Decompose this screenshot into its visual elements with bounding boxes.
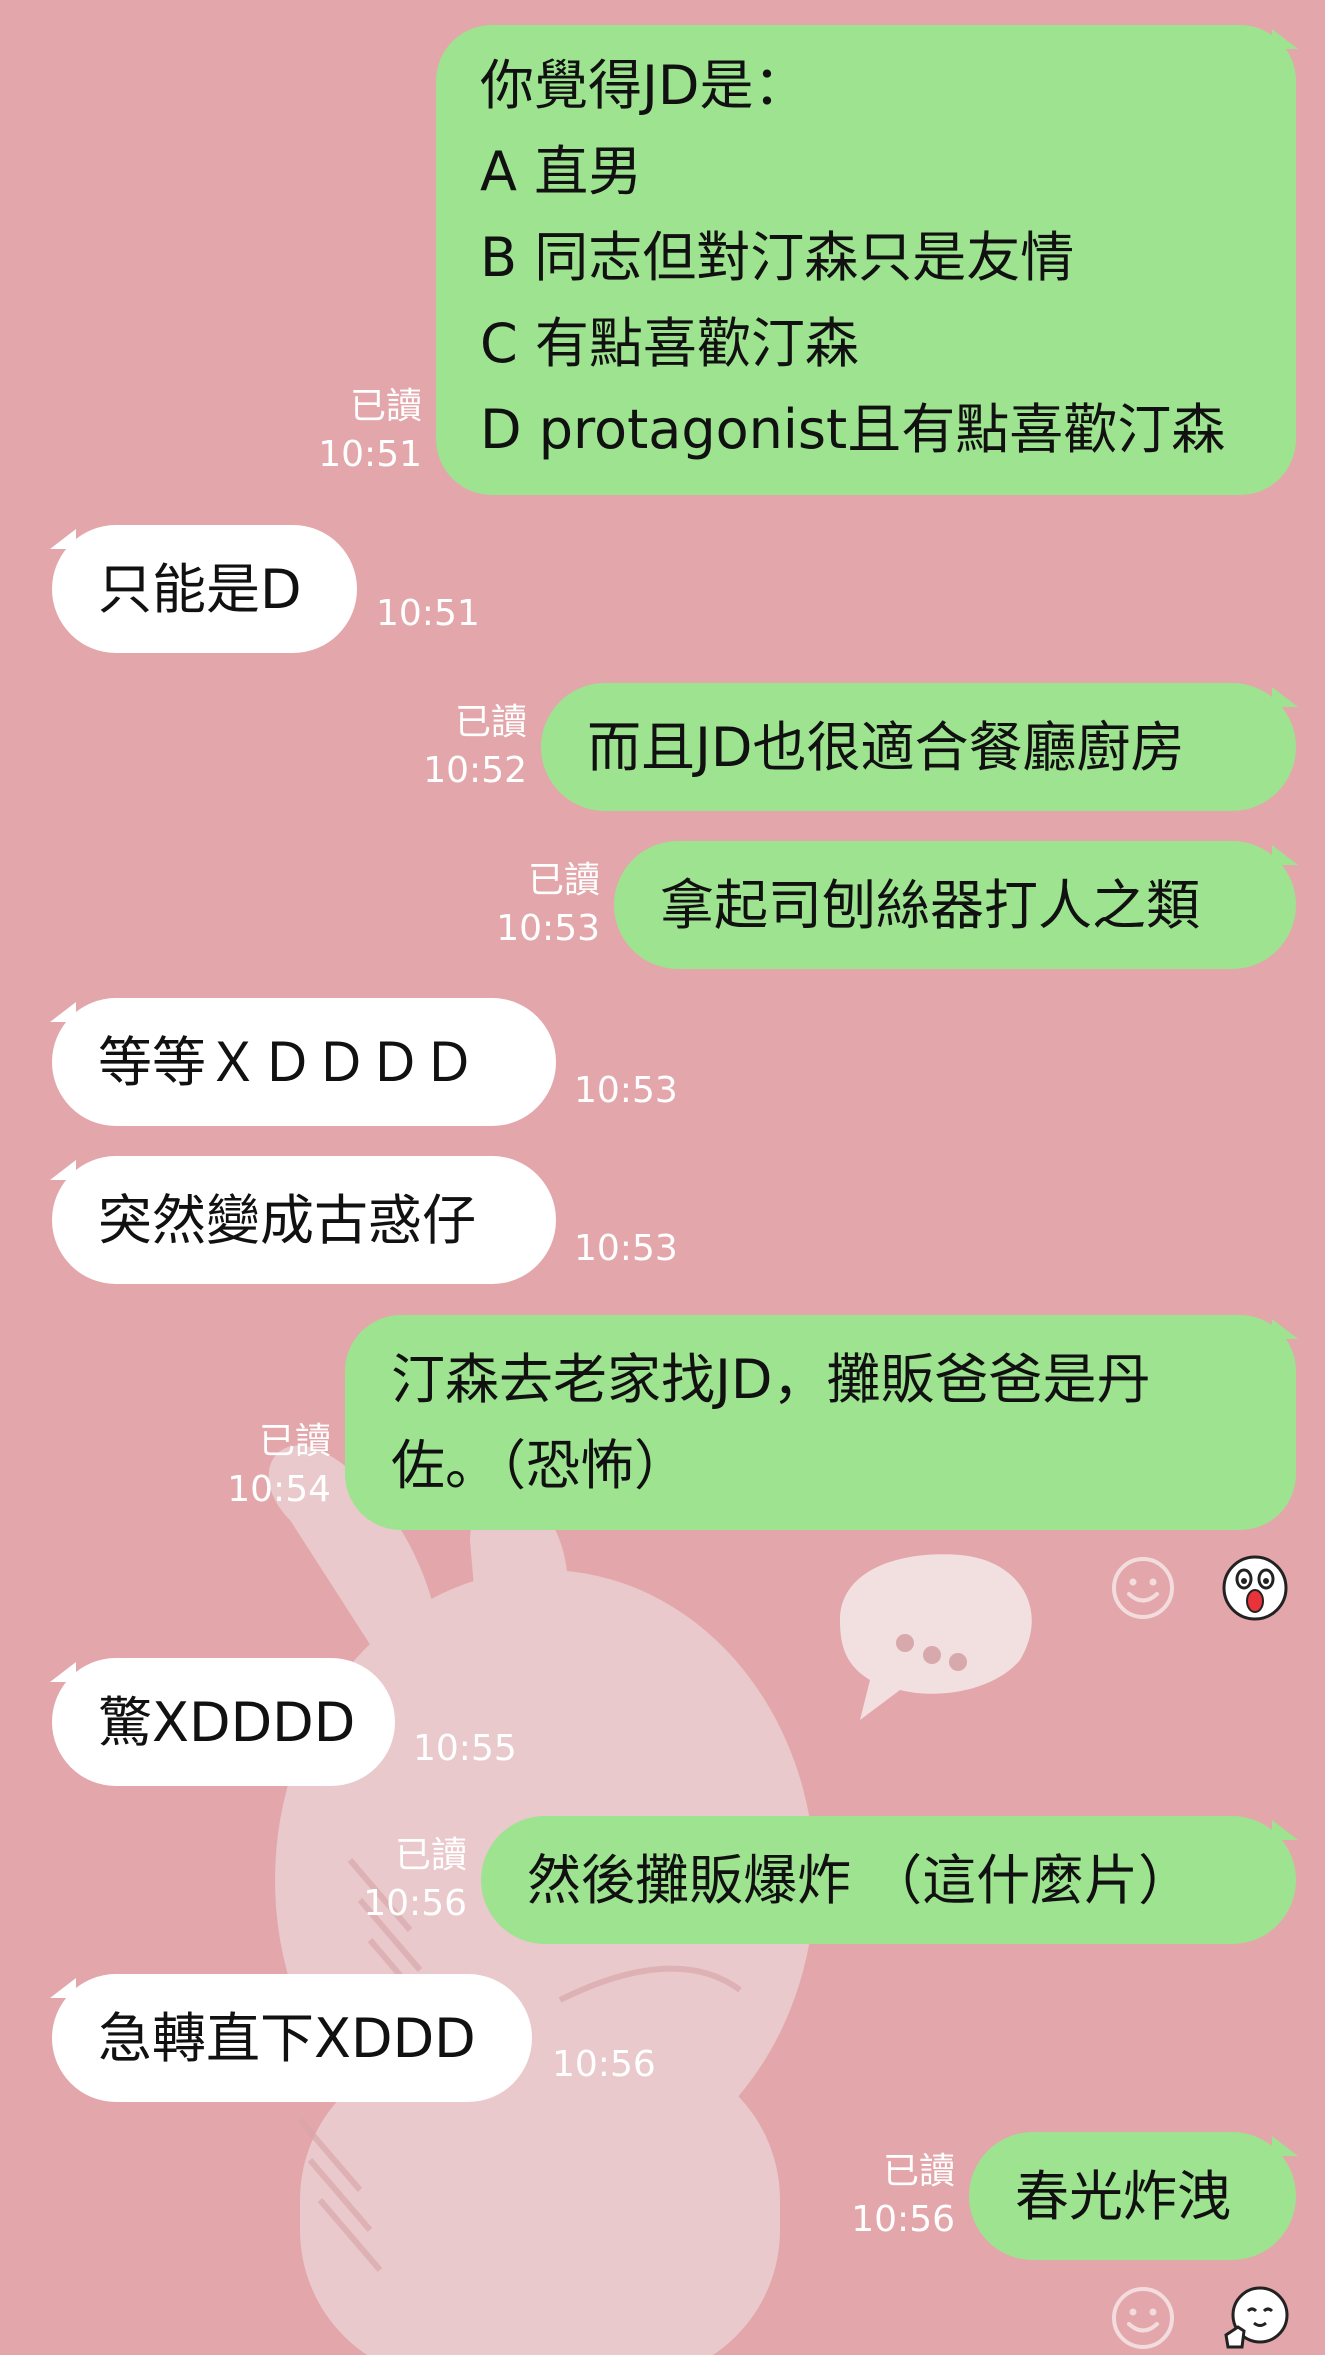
message-time: 10:51 xyxy=(376,593,480,634)
bubble-tail xyxy=(50,1002,76,1022)
outgoing-message-bubble[interactable]: 春光炸洩 xyxy=(969,2132,1296,2260)
incoming-message-bubble[interactable]: 突然變成古惑仔 xyxy=(52,1156,556,1284)
read-receipt: 已讀 10:51 xyxy=(318,383,422,479)
outgoing-message-bubble[interactable]: 然後攤販爆炸 （這什麼片） xyxy=(481,1816,1296,1944)
message-text-line: A 直男 xyxy=(480,140,643,203)
message-text-line: 驚XDDDD xyxy=(98,1691,356,1754)
message-time: 10:56 xyxy=(552,2044,656,2085)
read-receipt: 已讀 10:52 xyxy=(423,699,527,795)
read-label: 已讀 xyxy=(258,1421,331,1462)
message-text-line: 而且JD也很適合餐廳廚房 xyxy=(587,716,1185,779)
message-time: 10:52 xyxy=(423,750,527,791)
read-receipt: 已讀 10:53 xyxy=(496,857,600,953)
outgoing-message-bubble[interactable]: 汀森去老家找JD，攤販爸爸是丹 佐。（恐怖） xyxy=(345,1315,1296,1530)
bubble-tail xyxy=(1272,1319,1298,1339)
message-text-line: 然後攤販爆炸 （這什麼片） xyxy=(527,1849,1193,1912)
message-text-line: 拿起司刨絲器打人之類 xyxy=(660,874,1200,937)
read-label: 已讀 xyxy=(349,386,422,427)
incoming-message-bubble[interactable]: 驚XDDDD xyxy=(52,1658,395,1786)
message-text-line: 等等ＸＤＤＤＤ xyxy=(98,1031,476,1094)
incoming-message-bubble[interactable]: 等等ＸＤＤＤＤ xyxy=(52,998,556,1126)
message-time: 10:56 xyxy=(363,1883,467,1924)
bubble-tail xyxy=(1272,2136,1298,2156)
thumbs-up-sticker[interactable] xyxy=(1220,2283,1290,2353)
message-time: 10:53 xyxy=(574,1070,678,1111)
incoming-message-bubble[interactable]: 急轉直下XDDD xyxy=(52,1974,532,2102)
bubble-tail xyxy=(1272,845,1298,865)
outgoing-message-bubble[interactable]: 而且JD也很適合餐廳廚房 xyxy=(541,683,1296,811)
read-receipt: 已讀 10:54 xyxy=(227,1418,331,1514)
message-time: 10:53 xyxy=(574,1228,678,1269)
bubble-tail xyxy=(50,1978,76,1998)
bubble-tail xyxy=(1272,1820,1298,1840)
message-text-line: 只能是D xyxy=(98,558,302,621)
message-time: 10:55 xyxy=(413,1728,517,1769)
bubble-tail xyxy=(1272,29,1298,49)
message-text-line: 急轉直下XDDD xyxy=(98,2007,476,2070)
message-time: 10:53 xyxy=(496,908,600,949)
bubble-tail xyxy=(50,529,76,549)
message-time: 10:56 xyxy=(851,2199,955,2240)
bubble-tail xyxy=(1272,687,1298,707)
message-text-line: C 有點喜歡汀森 xyxy=(480,312,859,375)
read-label: 已讀 xyxy=(527,860,600,901)
message-text-line: 汀森去老家找JD，攤販爸爸是丹 xyxy=(391,1348,1151,1411)
smiley-icon[interactable] xyxy=(1110,1555,1176,1621)
message-text-line: D protagonist且有點喜歡汀森 xyxy=(480,398,1226,461)
read-receipt: 已讀 10:56 xyxy=(363,1832,467,1928)
bubble-tail xyxy=(50,1160,76,1180)
message-text-line: 春光炸洩 xyxy=(1015,2165,1231,2228)
read-label: 已讀 xyxy=(394,1835,467,1876)
message-text-line: 你覺得JD是： xyxy=(480,54,808,117)
read-label: 已讀 xyxy=(454,702,527,743)
message-text-line: 佐。（恐怖） xyxy=(391,1434,688,1497)
read-label: 已讀 xyxy=(882,2151,955,2192)
shocked-face-sticker[interactable] xyxy=(1220,1553,1290,1623)
outgoing-message-bubble[interactable]: 你覺得JD是： A 直男 B 同志但對汀森只是友情 C 有點喜歡汀森 D protago… xyxy=(436,25,1296,495)
message-time: 10:54 xyxy=(227,1469,331,1510)
read-receipt: 已讀 10:56 xyxy=(851,2148,955,2244)
bubble-tail xyxy=(50,1662,76,1682)
message-time: 10:51 xyxy=(318,434,422,475)
incoming-message-bubble[interactable]: 只能是D xyxy=(52,525,357,653)
smiley-icon[interactable] xyxy=(1110,2285,1176,2351)
outgoing-message-bubble[interactable]: 拿起司刨絲器打人之類 xyxy=(614,841,1296,969)
message-text-line: B 同志但對汀森只是友情 xyxy=(480,226,1075,289)
message-text-line: 突然變成古惑仔 xyxy=(98,1189,476,1252)
